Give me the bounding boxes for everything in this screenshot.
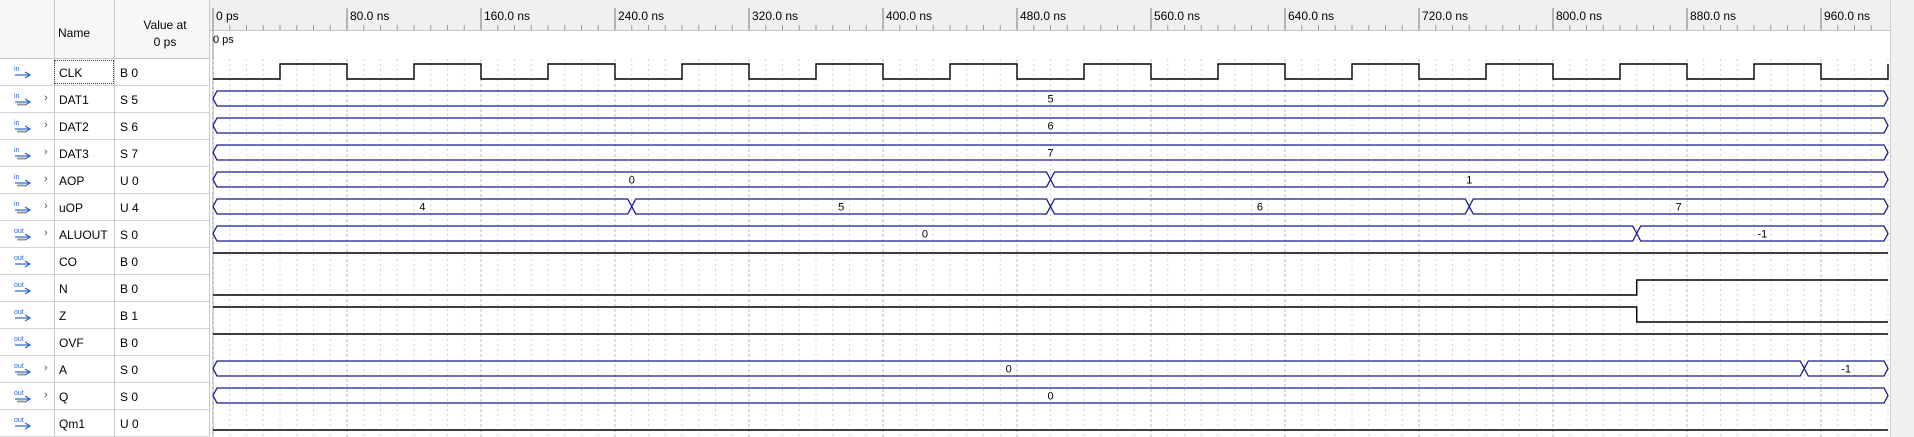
timeline-tick-label: 80.0 ns bbox=[350, 9, 389, 23]
timeline-tick-label: 240.0 ns bbox=[618, 9, 664, 23]
clock-waveform bbox=[213, 63, 1889, 80]
timeline-tick-label: 400.0 ns bbox=[886, 9, 932, 23]
timeline-tick-label: 720.0 ns bbox=[1422, 9, 1468, 23]
bus-value-label: 4 bbox=[419, 202, 425, 214]
time-cursor-label[interactable]: 0 ps bbox=[213, 34, 234, 46]
bus-value-label: 7 bbox=[1047, 148, 1053, 160]
timeline-tick-label: 800.0 ns bbox=[1556, 9, 1602, 23]
bus-value-label: 0 bbox=[629, 175, 635, 187]
timeline-tick-label: 320.0 ns bbox=[752, 9, 798, 23]
timeline-tick-label: 480.0 ns bbox=[1020, 9, 1066, 23]
bus-value-label: 7 bbox=[1676, 202, 1682, 214]
bus-value-label: 0 bbox=[1006, 364, 1012, 376]
timeline-tick-label: 560.0 ns bbox=[1154, 9, 1200, 23]
waveform-viewer: Name Value at 0 ps in CLK B 0 in › DAT1 S 5 in ›… bbox=[0, 0, 1914, 437]
bit-waveform bbox=[213, 279, 1888, 296]
timeline-tick-label: 640.0 ns bbox=[1288, 9, 1334, 23]
vertical-scrollbar[interactable] bbox=[1890, 0, 1914, 437]
timeline-tick-label: 0 ps bbox=[216, 9, 239, 23]
bus-value-label: 1 bbox=[1466, 175, 1472, 187]
timeline-tick-label: 160.0 ns bbox=[484, 9, 530, 23]
bus-value-label: 5 bbox=[1047, 94, 1053, 106]
waveform-area[interactable]: 0 ps 80.0 ns 160.0 ns 240.0 ns 320.0 ns 400.0… bbox=[0, 0, 1914, 437]
bus-value-label: 0 bbox=[1047, 391, 1053, 403]
timeline-tick-label: 960.0 ns bbox=[1824, 9, 1870, 23]
bus-value-label: -1 bbox=[1841, 364, 1851, 376]
bus-value-label: 0 bbox=[922, 229, 928, 241]
bus-value-label: -1 bbox=[1757, 229, 1767, 241]
timeline-tick-label: 880.0 ns bbox=[1690, 9, 1736, 23]
bus-value-label: 5 bbox=[838, 202, 844, 214]
bus-value-label: 6 bbox=[1047, 121, 1053, 133]
bus-value-label: 6 bbox=[1257, 202, 1263, 214]
